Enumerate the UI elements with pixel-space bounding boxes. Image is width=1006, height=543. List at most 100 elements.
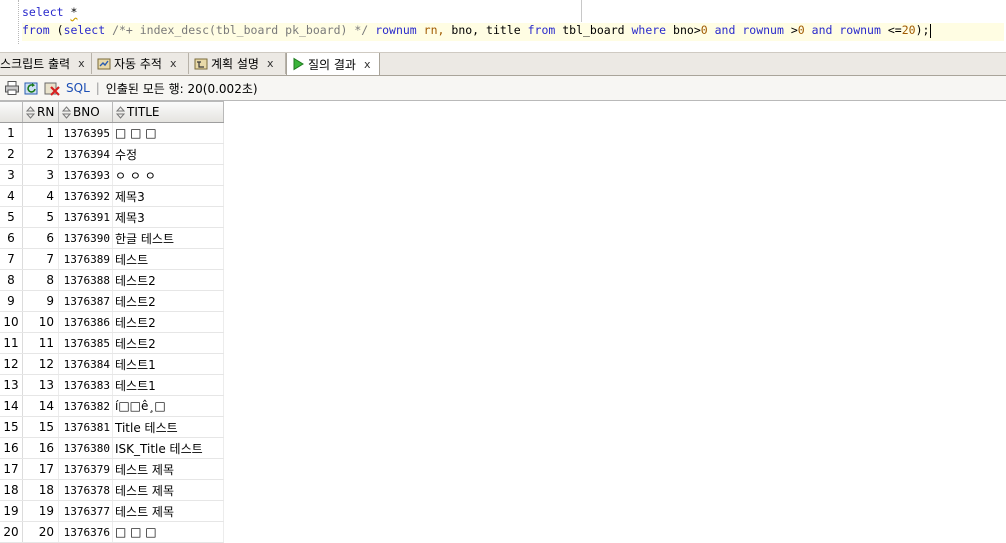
table-row[interactable]: 2 2 1376394 수정: [0, 144, 224, 165]
bno-cell[interactable]: 1376391: [59, 207, 113, 227]
close-icon[interactable]: x: [267, 57, 274, 70]
title-cell[interactable]: □ □ □: [113, 123, 224, 143]
refresh-icon[interactable]: [24, 80, 40, 96]
title-cell[interactable]: Title 테스트: [113, 417, 224, 437]
table-row[interactable]: 15 15 1376381 Title 테스트: [0, 417, 224, 438]
bno-cell[interactable]: 1376390: [59, 228, 113, 248]
title-cell[interactable]: 제목3: [113, 207, 224, 227]
title-cell[interactable]: í□□ê¸□: [113, 396, 224, 416]
table-row[interactable]: 13 13 1376383 테스트1: [0, 375, 224, 396]
bno-cell[interactable]: 1376392: [59, 186, 113, 206]
title-cell[interactable]: 테스트1: [113, 375, 224, 395]
bno-cell[interactable]: 1376376: [59, 522, 113, 542]
bno-cell[interactable]: 1376381: [59, 417, 113, 437]
row-number-cell[interactable]: 12: [0, 354, 23, 374]
bno-cell[interactable]: 1376387: [59, 291, 113, 311]
row-number-cell[interactable]: 19: [0, 501, 23, 521]
rn-cell[interactable]: 8: [23, 270, 59, 290]
bno-cell[interactable]: 1376378: [59, 480, 113, 500]
rn-cell[interactable]: 12: [23, 354, 59, 374]
sql-button[interactable]: SQL: [66, 81, 90, 95]
title-cell[interactable]: 테스트2: [113, 312, 224, 332]
title-cell[interactable]: ISK_Title 테스트: [113, 438, 224, 458]
cancel-fetch-icon[interactable]: [44, 80, 60, 96]
table-row[interactable]: 5 5 1376391 제목3: [0, 207, 224, 228]
close-icon[interactable]: x: [364, 58, 371, 71]
row-number-cell[interactable]: 14: [0, 396, 23, 416]
row-number-cell[interactable]: 13: [0, 375, 23, 395]
row-number-cell[interactable]: 7: [0, 249, 23, 269]
bno-cell[interactable]: 1376388: [59, 270, 113, 290]
sql-editor[interactable]: select * from (select /*+ index_desc(tbl…: [0, 0, 1006, 44]
title-cell[interactable]: ㅇ ㅇ ㅇ: [113, 165, 224, 185]
rn-cell[interactable]: 15: [23, 417, 59, 437]
rn-cell[interactable]: 9: [23, 291, 59, 311]
bno-cell[interactable]: 1376380: [59, 438, 113, 458]
column-header-title[interactable]: TITLE: [113, 102, 224, 122]
close-icon[interactable]: x: [170, 57, 177, 70]
rn-cell[interactable]: 16: [23, 438, 59, 458]
rn-cell[interactable]: 3: [23, 165, 59, 185]
row-number-cell[interactable]: 1: [0, 123, 23, 143]
table-row[interactable]: 12 12 1376384 테스트1: [0, 354, 224, 375]
rn-cell[interactable]: 14: [23, 396, 59, 416]
rn-cell[interactable]: 7: [23, 249, 59, 269]
rn-cell[interactable]: 13: [23, 375, 59, 395]
rn-cell[interactable]: 17: [23, 459, 59, 479]
editor-line-2[interactable]: from (select /*+ index_desc(tbl_board pk…: [22, 23, 1004, 41]
row-number-cell[interactable]: 3: [0, 165, 23, 185]
table-row[interactable]: 1 1 1376395 □ □ □: [0, 123, 224, 144]
title-cell[interactable]: 테스트2: [113, 333, 224, 353]
row-number-cell[interactable]: 16: [0, 438, 23, 458]
row-number-cell[interactable]: 15: [0, 417, 23, 437]
table-row[interactable]: 19 19 1376377 테스트 제목: [0, 501, 224, 522]
table-row[interactable]: 9 9 1376387 테스트2: [0, 291, 224, 312]
title-cell[interactable]: □ □ □: [113, 522, 224, 542]
table-row[interactable]: 10 10 1376386 테스트2: [0, 312, 224, 333]
bno-cell[interactable]: 1376383: [59, 375, 113, 395]
tab-script-output[interactable]: 스크립트 출력 x: [0, 53, 92, 74]
table-row[interactable]: 18 18 1376378 테스트 제목: [0, 480, 224, 501]
tab-explain-plan[interactable]: 계획 설명 x: [190, 53, 286, 74]
table-row[interactable]: 17 17 1376379 테스트 제목: [0, 459, 224, 480]
editor-line-1[interactable]: select *: [22, 5, 77, 19]
row-number-header[interactable]: [0, 102, 23, 122]
rn-cell[interactable]: 19: [23, 501, 59, 521]
title-cell[interactable]: 테스트1: [113, 354, 224, 374]
table-row[interactable]: 11 11 1376385 테스트2: [0, 333, 224, 354]
bno-cell[interactable]: 1376393: [59, 165, 113, 185]
tab-query-result[interactable]: 질의 결과 x: [286, 53, 380, 75]
title-cell[interactable]: 테스트2: [113, 291, 224, 311]
bno-cell[interactable]: 1376384: [59, 354, 113, 374]
table-row[interactable]: 3 3 1376393 ㅇ ㅇ ㅇ: [0, 165, 224, 186]
row-number-cell[interactable]: 17: [0, 459, 23, 479]
column-header-bno[interactable]: BNO: [59, 102, 113, 122]
title-cell[interactable]: 테스트 제목: [113, 459, 224, 479]
bno-cell[interactable]: 1376394: [59, 144, 113, 164]
row-number-cell[interactable]: 8: [0, 270, 23, 290]
rn-cell[interactable]: 11: [23, 333, 59, 353]
table-row[interactable]: 7 7 1376389 테스트: [0, 249, 224, 270]
results-grid[interactable]: RN BNO TITLE 1 1 1376395 □ □ □ 2 2 1376394 수정 3 3…: [0, 101, 224, 543]
row-number-cell[interactable]: 9: [0, 291, 23, 311]
row-number-cell[interactable]: 4: [0, 186, 23, 206]
rn-cell[interactable]: 18: [23, 480, 59, 500]
tab-autotrace[interactable]: 자동 추적 x: [93, 53, 189, 74]
rn-cell[interactable]: 20: [23, 522, 59, 542]
close-icon[interactable]: x: [78, 57, 85, 70]
bno-cell[interactable]: 1376386: [59, 312, 113, 332]
table-row[interactable]: 4 4 1376392 제목3: [0, 186, 224, 207]
bno-cell[interactable]: 1376382: [59, 396, 113, 416]
bno-cell[interactable]: 1376389: [59, 249, 113, 269]
table-row[interactable]: 14 14 1376382 í□□ê¸□: [0, 396, 224, 417]
row-number-cell[interactable]: 11: [0, 333, 23, 353]
row-number-cell[interactable]: 5: [0, 207, 23, 227]
row-number-cell[interactable]: 6: [0, 228, 23, 248]
table-row[interactable]: 6 6 1376390 한글 테스트: [0, 228, 224, 249]
bno-cell[interactable]: 1376395: [59, 123, 113, 143]
column-header-rn[interactable]: RN: [23, 102, 59, 122]
row-number-cell[interactable]: 2: [0, 144, 23, 164]
rn-cell[interactable]: 4: [23, 186, 59, 206]
title-cell[interactable]: 한글 테스트: [113, 228, 224, 248]
title-cell[interactable]: 테스트 제목: [113, 480, 224, 500]
